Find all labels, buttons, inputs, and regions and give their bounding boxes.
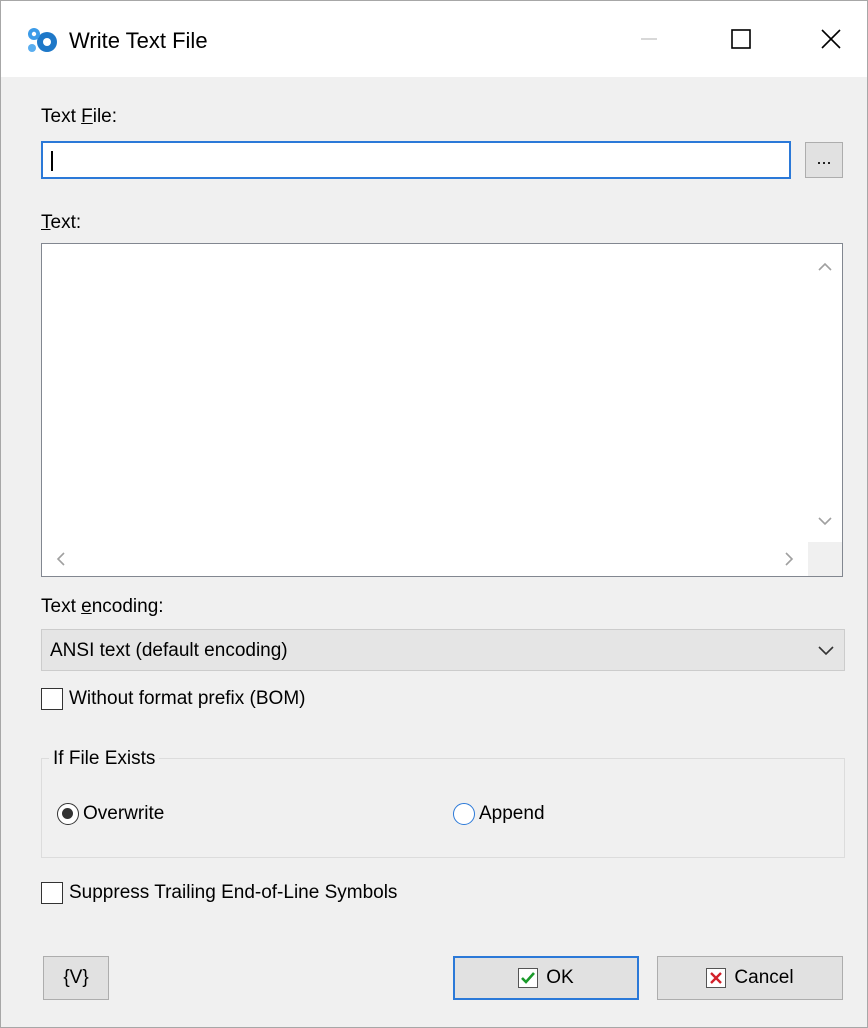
cancel-button[interactable]: Cancel bbox=[657, 956, 843, 1000]
text-label-suffix: ext: bbox=[50, 212, 82, 233]
bom-checkbox[interactable] bbox=[41, 688, 63, 710]
cancel-label: Cancel bbox=[734, 967, 794, 988]
horizontal-scrollbar[interactable] bbox=[42, 542, 808, 576]
ok-button[interactable]: OK bbox=[453, 956, 639, 1000]
bom-checkbox-row[interactable]: Without format prefix (BOM) bbox=[41, 686, 306, 712]
text-file-label: Text File: bbox=[41, 105, 117, 129]
encoding-selected-value: ANSI text (default encoding) bbox=[50, 640, 288, 661]
close-icon bbox=[821, 29, 841, 49]
suppress-checkbox-label: Suppress Trailing End-of-Line Symbols bbox=[69, 882, 398, 903]
x-icon bbox=[706, 968, 727, 988]
scroll-left-icon[interactable] bbox=[56, 552, 66, 566]
window-title: Write Text File bbox=[69, 28, 208, 53]
encoding-select[interactable]: ANSI text (default encoding) bbox=[41, 629, 845, 671]
check-icon bbox=[518, 968, 539, 988]
text-file-label-suffix: ile: bbox=[92, 106, 118, 127]
chevron-down-icon bbox=[818, 646, 834, 656]
scroll-down-icon[interactable] bbox=[818, 516, 832, 526]
text-file-label-prefix: Text bbox=[41, 106, 82, 127]
ok-label: OK bbox=[546, 967, 574, 988]
vertical-scrollbar[interactable] bbox=[808, 244, 842, 542]
gears-app-icon bbox=[28, 28, 57, 52]
text-label: Text: bbox=[41, 211, 81, 235]
text-file-input[interactable] bbox=[41, 141, 791, 179]
maximize-button[interactable] bbox=[711, 15, 771, 63]
text-caret bbox=[51, 151, 53, 171]
encoding-label-prefix: Text bbox=[41, 596, 82, 617]
encoding-label-suffix: ncoding: bbox=[91, 596, 164, 617]
minimize-button[interactable] bbox=[619, 15, 679, 63]
encoding-label-accel: e bbox=[81, 596, 92, 617]
text-memo[interactable] bbox=[41, 243, 843, 577]
append-label: Append bbox=[479, 803, 545, 824]
text-label-accel: T bbox=[41, 212, 51, 233]
dialog-window: Write Text File Text File: ... Text: Tex… bbox=[0, 0, 868, 1028]
overwrite-label: Overwrite bbox=[83, 803, 165, 824]
if-file-exists-title: If File Exists bbox=[49, 747, 160, 771]
scroll-right-icon[interactable] bbox=[784, 552, 794, 566]
variables-button[interactable]: {V} bbox=[43, 956, 109, 1000]
overwrite-radio[interactable] bbox=[57, 803, 79, 825]
title-bar: Write Text File bbox=[1, 1, 867, 77]
scroll-up-icon[interactable] bbox=[818, 262, 832, 272]
browse-button[interactable]: ... bbox=[805, 142, 843, 178]
minimize-icon bbox=[641, 38, 657, 40]
scroll-corner bbox=[808, 542, 842, 576]
text-file-label-accel: F bbox=[81, 106, 93, 127]
radio-append[interactable]: Append bbox=[453, 801, 545, 827]
suppress-checkbox-row[interactable]: Suppress Trailing End-of-Line Symbols bbox=[41, 880, 397, 906]
maximize-icon bbox=[731, 29, 751, 49]
bom-checkbox-label: Without format prefix (BOM) bbox=[69, 688, 306, 709]
radio-overwrite[interactable]: Overwrite bbox=[57, 801, 164, 827]
suppress-checkbox[interactable] bbox=[41, 882, 63, 904]
append-radio[interactable] bbox=[453, 803, 475, 825]
close-button[interactable] bbox=[801, 15, 861, 63]
encoding-label: Text encoding: bbox=[41, 595, 164, 619]
